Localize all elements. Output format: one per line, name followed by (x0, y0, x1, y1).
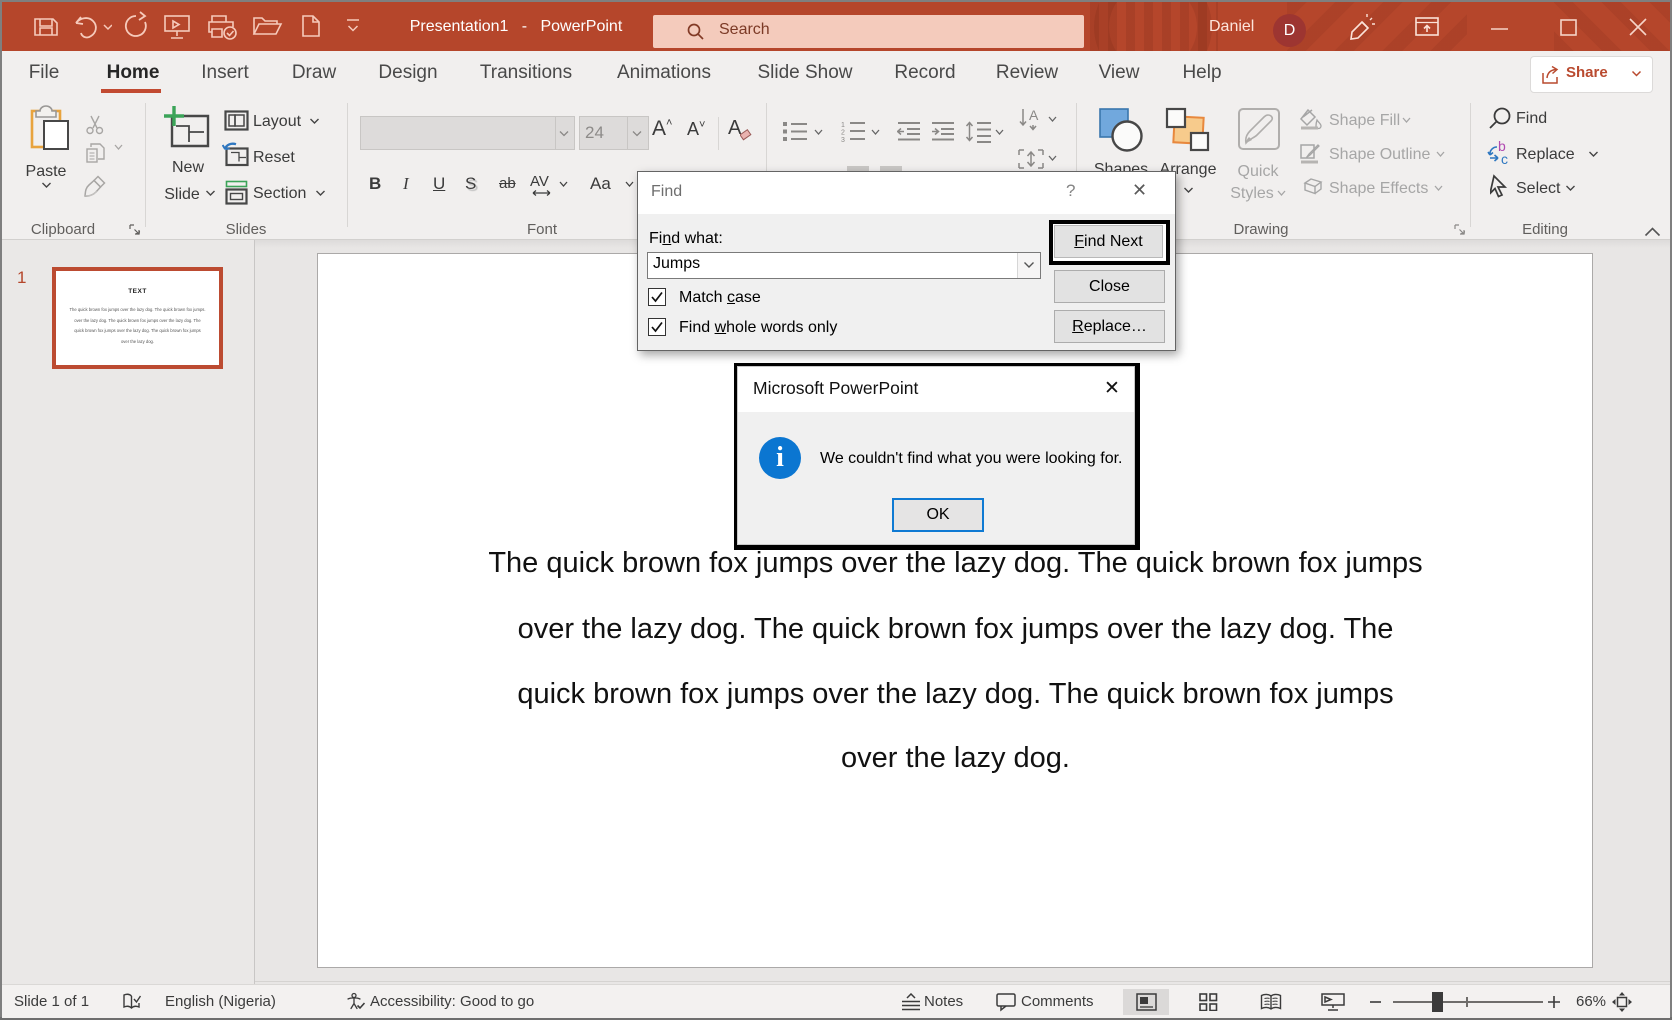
svg-text:2: 2 (841, 130, 845, 137)
svg-text:A: A (1029, 107, 1039, 123)
svg-text:3: 3 (841, 137, 845, 142)
svg-text:c: c (1501, 151, 1508, 166)
svg-text:1: 1 (841, 122, 845, 129)
